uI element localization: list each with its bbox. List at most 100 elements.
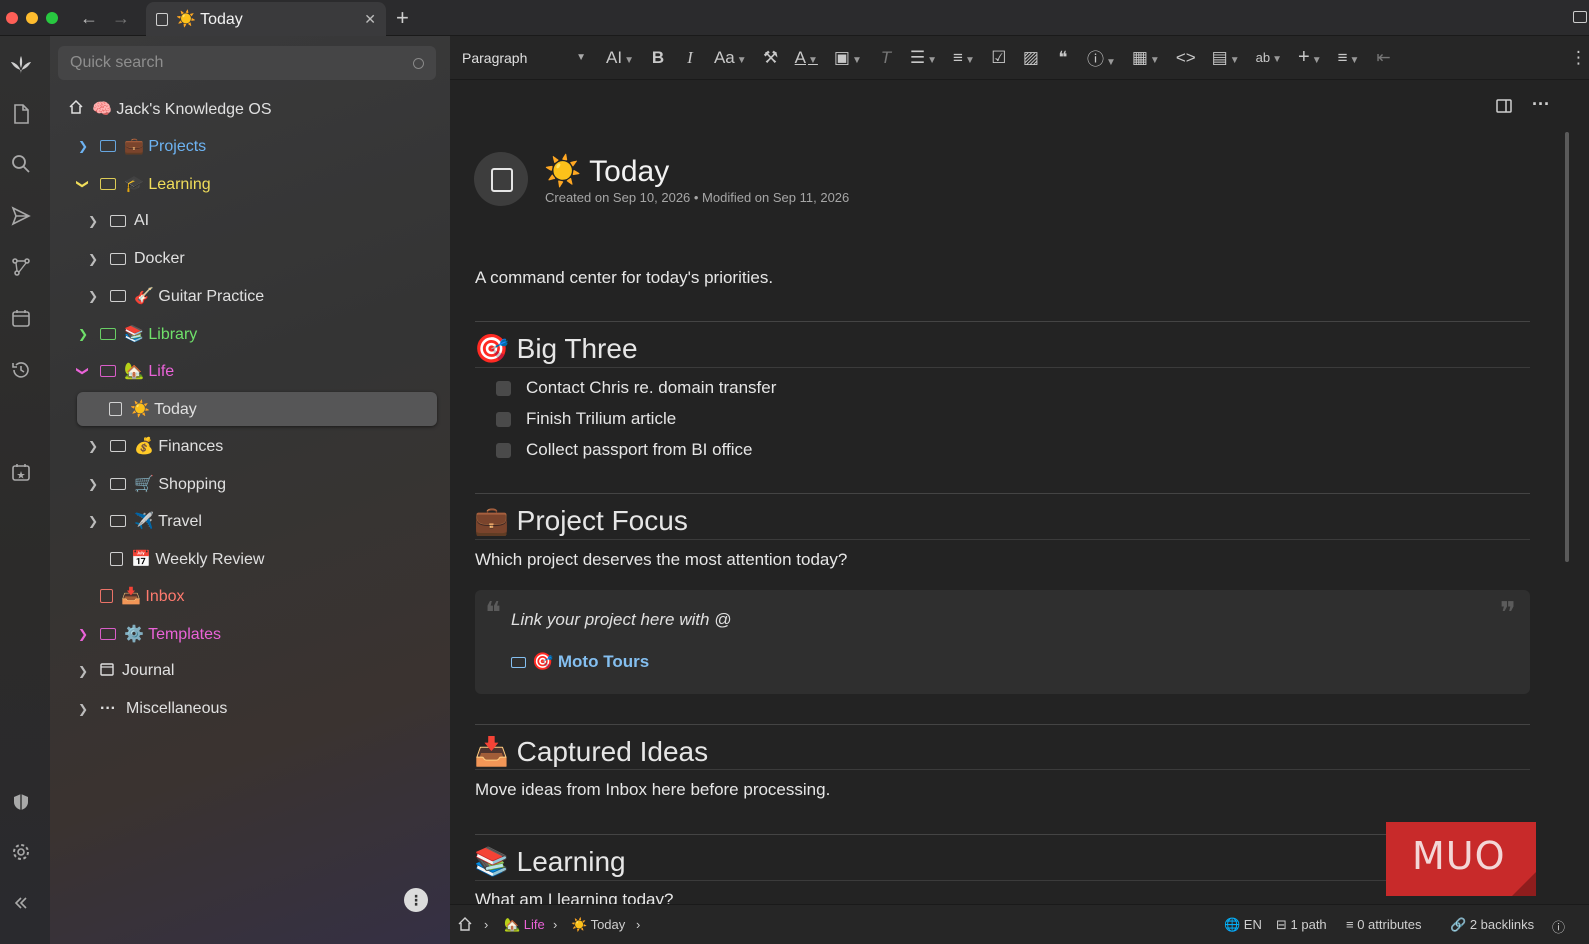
tree-item-life[interactable]: ❯ 🏡 Life [76,354,174,388]
tree-item-shopping[interactable]: ❯ 🛒 Shopping [86,467,226,501]
graph-icon[interactable] [10,257,32,279]
minimize-window-button[interactable] [26,12,38,24]
chevron-right-icon[interactable]: ❯ [86,514,100,528]
sidebar-menu-button[interactable]: ⋮ [404,888,428,912]
layout-toggle-icon[interactable] [1573,11,1587,23]
font-size-icon[interactable]: AI ▼ [606,48,634,68]
chevron-right-icon[interactable]: ❯ [76,327,90,341]
code-block-icon[interactable]: ▤ ▼ [1212,48,1240,68]
history-icon[interactable] [10,360,32,382]
block-quote-icon[interactable]: ❝ [1055,48,1071,68]
scrollbar-thumb[interactable] [1565,132,1569,562]
format-painter-icon[interactable]: ⚒ [763,48,779,68]
chevron-right-icon[interactable]: ❯ [86,477,100,491]
task-item[interactable]: Finish Trilium article [496,409,676,429]
note-menu-icon[interactable]: ··· [1532,94,1550,115]
tree-item-ai[interactable]: ❯ AI [86,204,149,238]
send-icon[interactable] [10,206,32,228]
tree-root[interactable]: 🧠 Jack's Knowledge OS [68,92,272,126]
font-color-icon[interactable]: A ▼ [795,48,818,68]
maximize-window-button[interactable] [46,12,58,24]
spellcheck-icon[interactable]: ab ▼ [1256,50,1282,65]
today-icon[interactable] [10,462,32,484]
new-tab-button[interactable]: + [396,5,409,31]
quick-search[interactable] [58,46,436,80]
bullet-list-icon[interactable]: ☰ ▼ [910,48,937,68]
chevron-right-icon[interactable]: ❯ [86,214,100,228]
search-input[interactable] [70,54,413,72]
italic-icon[interactable]: I [682,48,698,68]
text-case-icon[interactable]: Aa ▼ [714,48,747,68]
tab-close-icon[interactable]: ✕ [364,11,376,28]
tree-item-templates[interactable]: ❯ ⚙️ Templates [76,617,221,651]
chevron-right-icon[interactable]: ❯ [76,702,90,716]
paths-indicator[interactable]: ⊟ 1 path [1276,917,1327,933]
chevron-down-icon[interactable]: ❯ [76,177,90,191]
breadcrumb-today[interactable]: ☀️ Today [571,917,625,933]
forward-button[interactable]: → [110,6,132,30]
more-toolbar-icon[interactable]: ⋮ [1570,48,1587,68]
settings-icon[interactable] [10,842,32,864]
chevron-right-icon[interactable]: ❯ [86,439,100,453]
task-checkbox[interactable] [496,411,511,427]
shield-icon[interactable] [10,792,32,814]
insert-plus-icon[interactable]: + ▼ [1298,46,1322,69]
note-editor[interactable]: ··· ☀️ Today Created on Sep 10, 2026 • M… [450,80,1558,904]
back-button[interactable]: ← [78,6,100,30]
file-icon[interactable] [10,104,32,126]
breadcrumb-home-icon[interactable] [458,917,472,931]
highlight-color-icon[interactable]: ▣ ▼ [834,48,862,68]
close-window-button[interactable] [6,12,18,24]
chevron-right-icon[interactable]: ❯ [86,289,100,303]
tree-item-inbox[interactable]: 📥 Inbox [100,579,185,613]
tab-today[interactable]: ☀️ Today ✕ [146,2,386,36]
split-view-icon[interactable] [1496,98,1512,119]
attributes-indicator[interactable]: ≡ 0 attributes [1346,917,1422,932]
launcher-icon[interactable] [10,54,32,76]
breadcrumb-life[interactable]: 🏡 Life [504,917,545,933]
numbered-list-icon[interactable]: ≡ ▼ [953,48,975,68]
note-type-icon[interactable] [474,152,528,206]
tree-item-finances[interactable]: ❯ 💰 Finances [86,429,223,463]
scrollbar[interactable] [1558,80,1589,904]
chevron-right-icon[interactable]: ❯ [86,252,100,266]
task-item[interactable]: Collect passport from BI office [496,440,752,460]
tree-item-today[interactable]: ☀️ Today [77,392,437,426]
note-link-moto-tours[interactable]: 🎯 Moto Tours [511,652,649,672]
tree-item-weekly-review[interactable]: 📅 Weekly Review [110,542,264,576]
tree-item-label: 💼 Projects [124,138,207,155]
task-item[interactable]: Contact Chris re. domain transfer [496,378,776,398]
table-icon[interactable]: ▦ ▼ [1132,48,1160,68]
clear-format-icon[interactable]: T [878,48,894,68]
tree-item-journal[interactable]: ❯ Journal [76,654,175,688]
app-window: ← → ☀️ Today ✕ + Quick search 🧠 Jack's K… [0,0,1589,944]
tree-item-miscellaneous[interactable]: ❯ ··· Miscellaneous [76,692,227,726]
admonition-icon[interactable]: ⓘ ▼ [1087,45,1116,70]
tree-item-guitar-practice[interactable]: ❯ 🎸 Guitar Practice [86,279,264,313]
search-icon[interactable] [10,154,32,176]
chevron-right-icon[interactable]: ❯ [76,139,90,153]
info-icon[interactable]: ⓘ [1552,917,1565,936]
todo-list-icon[interactable]: ☑ [991,48,1007,68]
calendar-icon[interactable] [10,308,32,330]
collapse-icon[interactable] [10,894,32,916]
code-icon[interactable]: <> [1176,48,1196,68]
chevron-right-icon[interactable]: ❯ [76,627,90,641]
bold-icon[interactable]: B [650,48,666,68]
insert-image-icon[interactable]: ▨ [1023,48,1039,68]
task-checkbox[interactable] [496,380,511,396]
tree-item-travel[interactable]: ❯ ✈️ Travel [86,504,202,538]
tree-item-learning[interactable]: ❯ 🎓 Learning [76,167,211,201]
tree-item-library[interactable]: ❯ 📚 Library [76,317,197,351]
tree-item-docker[interactable]: ❯ Docker [86,242,185,276]
backlinks-indicator[interactable]: 🔗 2 backlinks [1450,917,1534,933]
paragraph-style-select[interactable]: Paragraph ▼ [462,50,592,66]
task-checkbox[interactable] [496,442,511,458]
outdent-icon[interactable]: ⇤ [1375,48,1391,68]
chevron-down-icon[interactable]: ❯ [76,364,90,378]
note-title[interactable]: ☀️ Today [544,154,669,189]
align-icon[interactable]: ≡ ▼ [1338,48,1360,68]
tree-item-projects[interactable]: ❯ 💼 Projects [76,129,206,163]
chevron-right-icon[interactable]: ❯ [76,664,90,678]
language-indicator[interactable]: 🌐 EN [1224,917,1262,933]
